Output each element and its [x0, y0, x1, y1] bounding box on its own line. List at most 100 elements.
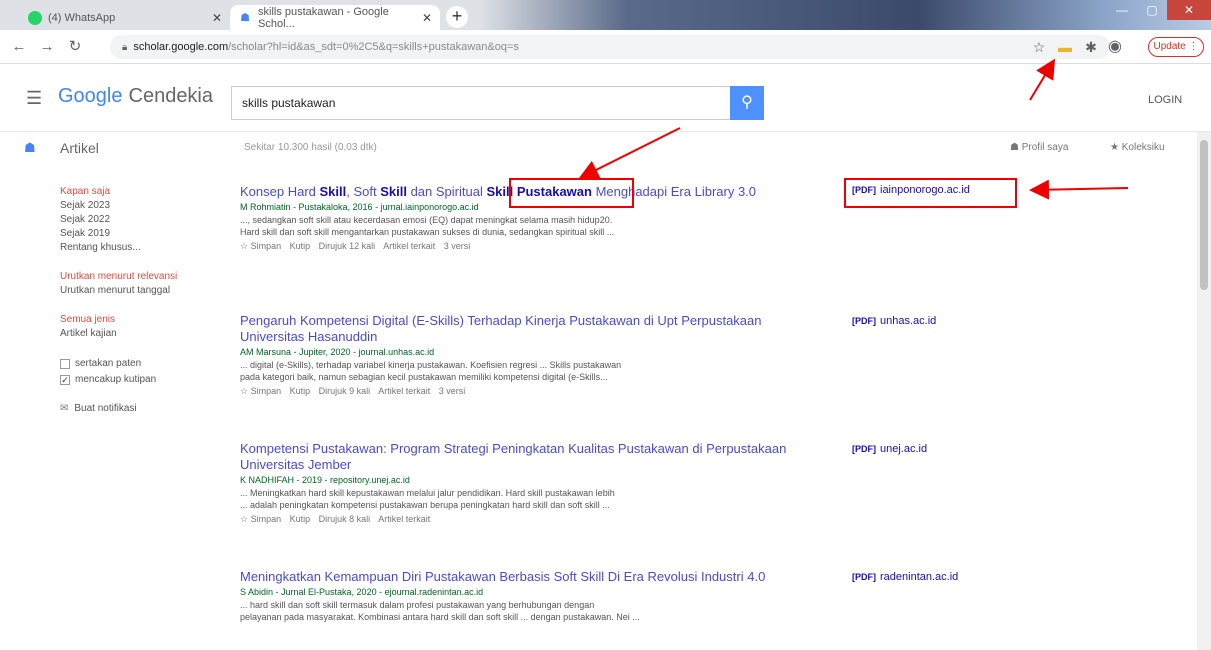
include-patents-checkbox[interactable]: sertakan paten [60, 356, 210, 372]
scholar-logo[interactable]: Google Cendekia [58, 85, 213, 108]
reload-icon[interactable]: ↻ [66, 38, 84, 56]
result-actions: ☆ Simpan Kutip Dirujuk 8 kali Artikel te… [240, 512, 800, 526]
result-title-link[interactable]: Pengaruh Kompetensi Digital (E-Skills) T… [240, 313, 800, 345]
versions-link[interactable]: 3 versi [444, 241, 471, 251]
result-snippet: ... hard skill dan soft skill termasuk d… [240, 600, 595, 610]
pdf-tag: [PDF] [852, 316, 876, 326]
forward-icon[interactable]: → [38, 38, 56, 56]
save-link[interactable]: ☆ Simpan [240, 514, 281, 524]
lock-icon: 🔒︎ [122, 42, 128, 53]
pdf-tag: [PDF] [852, 572, 876, 582]
result-actions: ☆ Simpan Kutip Dirujuk 12 kali Artikel t… [240, 239, 800, 253]
filter-since-2023[interactable]: Sejak 2023 [60, 199, 210, 213]
result-title-link[interactable]: Meningkatkan Kemampuan Diri Pustakawan B… [240, 569, 800, 585]
back-icon[interactable]: ← [10, 38, 28, 56]
checkbox-label: mencakup kutipan [75, 374, 157, 385]
logo-google: Google [58, 85, 123, 107]
window-close-icon[interactable]: ✕ [1167, 0, 1211, 20]
folder-extension-icon[interactable]: ▬ [1056, 38, 1074, 56]
filter-any-time[interactable]: Kapan saja [60, 185, 210, 199]
type-review[interactable]: Artikel kajian [60, 327, 210, 341]
scrollbar[interactable] [1197, 132, 1211, 650]
pdf-domain: unhas.ac.id [880, 315, 937, 327]
related-link[interactable]: Artikel terkait [378, 386, 430, 396]
result-actions: ☆ Simpan Kutip Dirujuk 9 kali Artikel te… [240, 384, 800, 398]
title-text: Konsep Hard [240, 184, 320, 199]
result-snippet: pada kategori baik, namun sebagian kecil… [240, 372, 608, 382]
result-snippet: ... digital (e-Skills), terhadap variabe… [240, 360, 622, 370]
profile-icon[interactable]: ◉ [1106, 38, 1124, 56]
menu-icon[interactable]: ☰ [26, 88, 42, 109]
library-link[interactable]: ★ Koleksiku [1110, 142, 1165, 153]
sort-relevance[interactable]: Urutkan menurut relevansi [60, 270, 210, 284]
login-link[interactable]: LOGIN [1148, 94, 1182, 106]
library-label: Koleksiku [1121, 142, 1165, 153]
pdf-link[interactable]: [PDF] unej.ac.id [852, 443, 927, 455]
new-tab-button[interactable]: + [446, 6, 468, 28]
browser-titlebar: (4) WhatsApp ✕ ☗ skills pustakawan - Goo… [0, 0, 1211, 30]
minimize-icon[interactable]: — [1107, 0, 1137, 20]
whatsapp-icon [28, 10, 42, 25]
arrow-to-pdf [1029, 179, 1129, 200]
extensions-puzzle-icon[interactable]: ✱ [1082, 38, 1100, 56]
close-icon[interactable]: ✕ [212, 11, 222, 25]
section-label: Artikel [60, 140, 99, 156]
versions-link[interactable]: 3 versi [439, 386, 466, 396]
type-all[interactable]: Semua jenis [60, 313, 210, 327]
type-filter: Semua jenis Artikel kajian [60, 313, 210, 341]
result-meta: AM Marsuna - Jupiter, 2020 - journal.unh… [240, 347, 435, 357]
profile-link[interactable]: ☗ Profil saya [1010, 142, 1068, 153]
update-button[interactable]: Update ⋮ [1148, 37, 1204, 57]
results-subbar: ☗ Artikel Sekitar 10.300 hasil (0,03 dtk… [0, 132, 1211, 162]
tab-scholar[interactable]: ☗ skills pustakawan - Google Schol... ✕ [230, 5, 440, 30]
filter-since-2022[interactable]: Sejak 2022 [60, 213, 210, 227]
annotation-box-pdf [844, 178, 1017, 208]
search-input[interactable]: skills pustakawan [231, 86, 730, 120]
cite-link[interactable]: Kutip [290, 241, 311, 251]
maximize-icon[interactable]: ▢ [1137, 0, 1167, 20]
title-highlight: Skill [319, 184, 347, 199]
save-link[interactable]: ☆ Simpan [240, 241, 281, 251]
scrollbar-thumb[interactable] [1200, 140, 1208, 290]
annotation-box-title [509, 178, 634, 208]
result-title-link[interactable]: Kompetensi Pustakawan: Program Strategi … [240, 441, 800, 473]
checkbox-label: sertakan paten [75, 358, 142, 369]
scholar-header: ☰ Google Cendekia skills pustakawan ⚲ LOG… [0, 64, 1211, 132]
sort-date[interactable]: Urutkan menurut tanggal [60, 284, 210, 298]
cited-by-link[interactable]: Dirujuk 8 kali [319, 514, 371, 524]
update-label: Update [1153, 41, 1186, 52]
search-button[interactable]: ⚲ [730, 86, 764, 120]
include-citations-checkbox[interactable]: ✓ mencakup kutipan [60, 372, 210, 388]
save-link[interactable]: ☆ Simpan [240, 386, 281, 396]
result-snippet: Hard skill dan soft skill mengantarkan p… [240, 227, 615, 237]
pdf-domain: unej.ac.id [880, 443, 928, 455]
cited-by-link[interactable]: Dirujuk 9 kali [319, 386, 371, 396]
cite-link[interactable]: Kutip [290, 386, 311, 396]
result-item: Pengaruh Kompetensi Digital (E-Skills) T… [240, 313, 800, 398]
filter-custom-range[interactable]: Rentang khusus... [60, 241, 210, 255]
cited-by-link[interactable]: Dirujuk 12 kali [319, 241, 376, 251]
checkbox-box [60, 359, 70, 369]
create-alert-link[interactable]: ✉ Buat notifikasi [60, 403, 210, 414]
title-text: , Soft [346, 184, 381, 199]
filter-since-2019[interactable]: Sejak 2019 [60, 227, 210, 241]
close-icon[interactable]: ✕ [422, 11, 432, 25]
url-domain: scholar.google.com [133, 41, 229, 53]
result-snippet: ..., sedangkan soft skill atau kecerdasa… [240, 215, 613, 225]
pdf-link[interactable]: [PDF] radenintan.ac.id [852, 571, 958, 583]
address-bar[interactable]: 🔒︎ scholar.google.com/scholar?hl=id&as_sd… [110, 35, 1110, 59]
time-filter: Kapan saja Sejak 2023 Sejak 2022 Sejak 2… [60, 185, 210, 255]
graduation-icon: ☗ [1010, 142, 1022, 153]
cite-link[interactable]: Kutip [290, 514, 311, 524]
result-snippet: ... adalah peningkatan kompetensi pustak… [240, 500, 610, 510]
pdf-link[interactable]: [PDF] unhas.ac.id [852, 315, 936, 327]
logo-cendekia: Cendekia [128, 85, 214, 107]
scholar-cap-icon: ☗ [24, 140, 36, 155]
tab-label: (4) WhatsApp [48, 11, 116, 24]
related-link[interactable]: Artikel terkait [378, 514, 430, 524]
search-icon: ⚲ [741, 94, 753, 111]
related-link[interactable]: Artikel terkait [383, 241, 435, 251]
result-count: Sekitar 10.300 hasil (0,03 dtk) [244, 142, 377, 153]
tab-whatsapp[interactable]: (4) WhatsApp ✕ [20, 5, 230, 30]
star-icon[interactable]: ☆ [1030, 38, 1048, 56]
